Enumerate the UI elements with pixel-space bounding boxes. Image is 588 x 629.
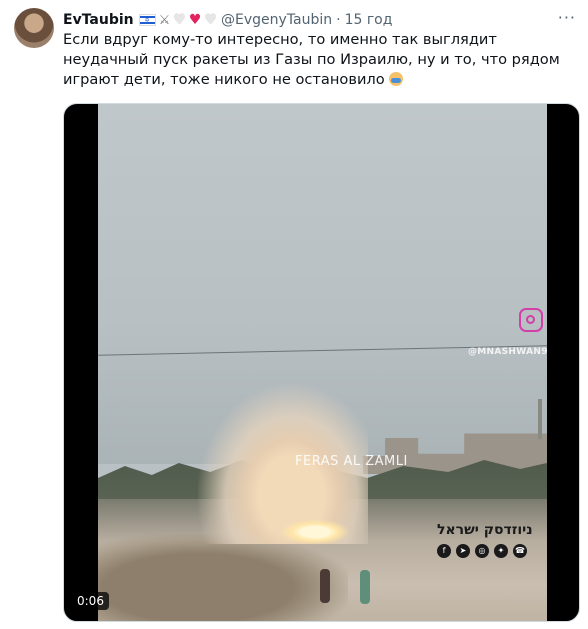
name-emojis: ✡ ⚔ ♥ ♥ ♥ xyxy=(138,12,217,28)
telegram-icon: ➤ xyxy=(456,544,470,558)
israel-flag-icon: ✡ xyxy=(138,14,156,26)
avatar[interactable] xyxy=(14,8,54,48)
tweet-header: EvTaubin ✡ ⚔ ♥ ♥ ♥ @EvgenyTaubin · 15 го… xyxy=(63,10,392,30)
website-icon: ◎ xyxy=(475,544,489,558)
separator-dot: · xyxy=(336,12,341,28)
video-frame[interactable]: @MNASHWAN90 FERAS AL ZAMLI ניוזדסק ישראל… xyxy=(98,104,547,621)
watermark-handle: @MNASHWAN90 xyxy=(468,347,547,357)
crossed-swords-icon: ⚔ xyxy=(158,12,171,28)
video-player[interactable]: @MNASHWAN90 FERAS AL ZAMLI ניוזדסק ישראל… xyxy=(63,103,580,622)
video-dirt-mound xyxy=(98,534,348,621)
facebook-icon: f xyxy=(437,544,451,558)
video-duration: 0:06 xyxy=(72,592,109,610)
hebrew-logo-text: ניוזדסק ישראל xyxy=(437,522,533,538)
user-handle[interactable]: @EvgenyTaubin xyxy=(221,12,332,28)
white-heart-icon: ♥ xyxy=(204,12,217,28)
rocket-flash xyxy=(280,519,350,545)
tweet-text: Если вдруг кому-то интересно, то именно … xyxy=(63,30,578,90)
phone-icon: ☎ xyxy=(513,544,527,558)
red-heart-icon: ♥ xyxy=(188,12,202,28)
instagram-icon xyxy=(519,308,543,332)
timestamp-link[interactable]: 15 год xyxy=(345,12,393,28)
tweet-text-body: Если вдруг кому-то интересно, то именно … xyxy=(63,31,560,88)
display-name[interactable]: EvTaubin xyxy=(63,12,134,28)
facepalm-emoji-icon xyxy=(389,72,404,86)
child-figure xyxy=(320,569,330,603)
child-figure xyxy=(360,570,370,604)
video-tower xyxy=(538,399,542,439)
overlay-name-text: FERAS AL ZAMLI xyxy=(295,454,408,469)
more-options-icon[interactable]: ··· xyxy=(558,8,576,27)
white-heart-icon: ♥ xyxy=(173,12,186,28)
twitter-icon: ✦ xyxy=(494,544,508,558)
tweet[interactable]: EvTaubin ✡ ⚔ ♥ ♥ ♥ @EvgenyTaubin · 15 го… xyxy=(0,0,588,629)
social-icons-row: f ➤ ◎ ✦ ☎ xyxy=(437,544,527,558)
